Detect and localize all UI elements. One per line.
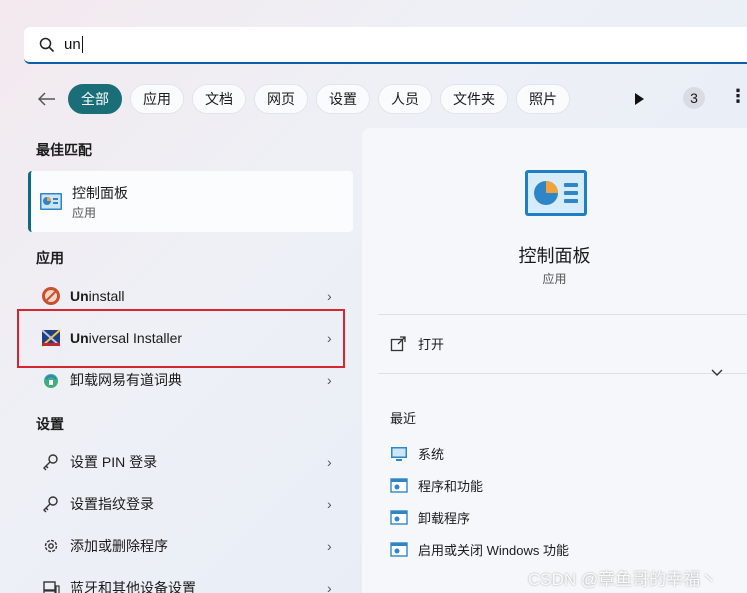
search-icon: [38, 36, 56, 54]
filter-chip-settings[interactable]: 设置: [316, 84, 370, 114]
apps-heading: 应用: [36, 250, 64, 266]
settings-item-fingerprint[interactable]: 设置指纹登录 ›: [28, 484, 353, 524]
settings-label: 蓝牙和其他设备设置: [70, 580, 196, 593]
divider: [378, 373, 747, 374]
recent-heading: 最近: [390, 411, 417, 426]
search-input[interactable]: un: [64, 36, 83, 54]
detail-panel: 控制面板 应用 打开 最近 系统 程序和功能 卸载程序 启用或关闭 Window…: [362, 128, 747, 593]
filter-chip-people[interactable]: 人员: [378, 84, 432, 114]
best-match-name: 控制面板: [72, 185, 128, 201]
chevron-right-icon[interactable]: ›: [327, 580, 341, 593]
devices-icon: [40, 577, 62, 593]
uninstall-icon: [40, 285, 62, 307]
best-match-heading: 最佳匹配: [36, 142, 92, 158]
filter-chip-all[interactable]: 全部: [68, 84, 122, 114]
settings-label: 设置 PIN 登录: [70, 454, 158, 470]
recent-item-programs-features[interactable]: 程序和功能: [390, 476, 483, 495]
chevron-down-icon[interactable]: [710, 365, 724, 379]
chevron-right-icon[interactable]: ›: [327, 372, 341, 388]
search-box[interactable]: un: [24, 27, 747, 64]
settings-label: 设置指纹登录: [70, 496, 154, 512]
watermark: CSDN @章鱼哥的幸福丶: [528, 570, 718, 589]
back-arrow-icon[interactable]: [36, 88, 58, 110]
settings-item-bluetooth[interactable]: 蓝牙和其他设备设置 ›: [28, 568, 353, 593]
detail-title: 控制面板: [518, 246, 591, 266]
recent-label: 系统: [418, 447, 445, 462]
recent-label: 启用或关闭 Windows 功能: [418, 543, 569, 558]
count-badge[interactable]: 3: [683, 87, 705, 109]
filter-bar: 全部 应用 文档 网页 设置 人员 文件夹 照片 3 ⋮: [36, 82, 747, 116]
chevron-right-icon[interactable]: ›: [327, 538, 341, 554]
recent-item-windows-features[interactable]: 启用或关闭 Windows 功能: [390, 540, 569, 559]
programs-icon: [390, 541, 408, 557]
gear-icon: [40, 535, 62, 557]
filter-chip-web[interactable]: 网页: [254, 84, 308, 114]
chevron-right-icon[interactable]: ›: [327, 454, 341, 470]
settings-item-add-remove-programs[interactable]: 添加或删除程序 ›: [28, 526, 353, 566]
recent-label: 程序和功能: [418, 479, 484, 494]
best-match-card[interactable]: 控制面板 应用: [28, 171, 353, 232]
divider: [378, 314, 747, 315]
recent-item-system[interactable]: 系统: [390, 444, 444, 463]
chevron-right-icon[interactable]: ›: [327, 496, 341, 512]
key-icon: [40, 493, 62, 515]
highlight-annotation-box: [17, 309, 345, 368]
play-icon[interactable]: [632, 91, 646, 107]
app-label-rest: install: [88, 288, 125, 304]
open-action[interactable]: 打开: [390, 334, 444, 353]
programs-icon: [390, 477, 408, 493]
control-panel-large-icon: [525, 170, 587, 216]
filter-chip-documents[interactable]: 文档: [192, 84, 246, 114]
filter-chip-photos[interactable]: 照片: [516, 84, 570, 114]
programs-icon: [390, 509, 408, 525]
more-options-icon[interactable]: ⋮: [728, 87, 747, 108]
results-list: 最佳匹配 控制面板 应用 应用 Uninstall › Universal In…: [0, 128, 362, 593]
open-label: 打开: [418, 337, 445, 352]
chevron-right-icon[interactable]: ›: [327, 288, 341, 304]
open-external-icon: [390, 335, 406, 351]
match-highlight: Un: [70, 288, 89, 304]
settings-item-pin[interactable]: 设置 PIN 登录 ›: [28, 442, 353, 482]
filter-chip-folders[interactable]: 文件夹: [440, 84, 508, 114]
best-match-type: 应用: [72, 206, 97, 220]
app-label: 卸载网易有道词典: [70, 372, 182, 388]
recent-item-uninstall-program[interactable]: 卸载程序: [390, 508, 470, 527]
detail-subtitle: 应用: [542, 272, 567, 286]
recent-label: 卸载程序: [418, 511, 471, 526]
system-icon: [391, 446, 407, 461]
control-panel-icon: [40, 193, 62, 210]
youdao-icon: [40, 369, 62, 391]
key-icon: [40, 451, 62, 473]
settings-heading: 设置: [36, 416, 64, 432]
filter-chip-apps[interactable]: 应用: [130, 84, 184, 114]
settings-label: 添加或删除程序: [70, 538, 168, 554]
